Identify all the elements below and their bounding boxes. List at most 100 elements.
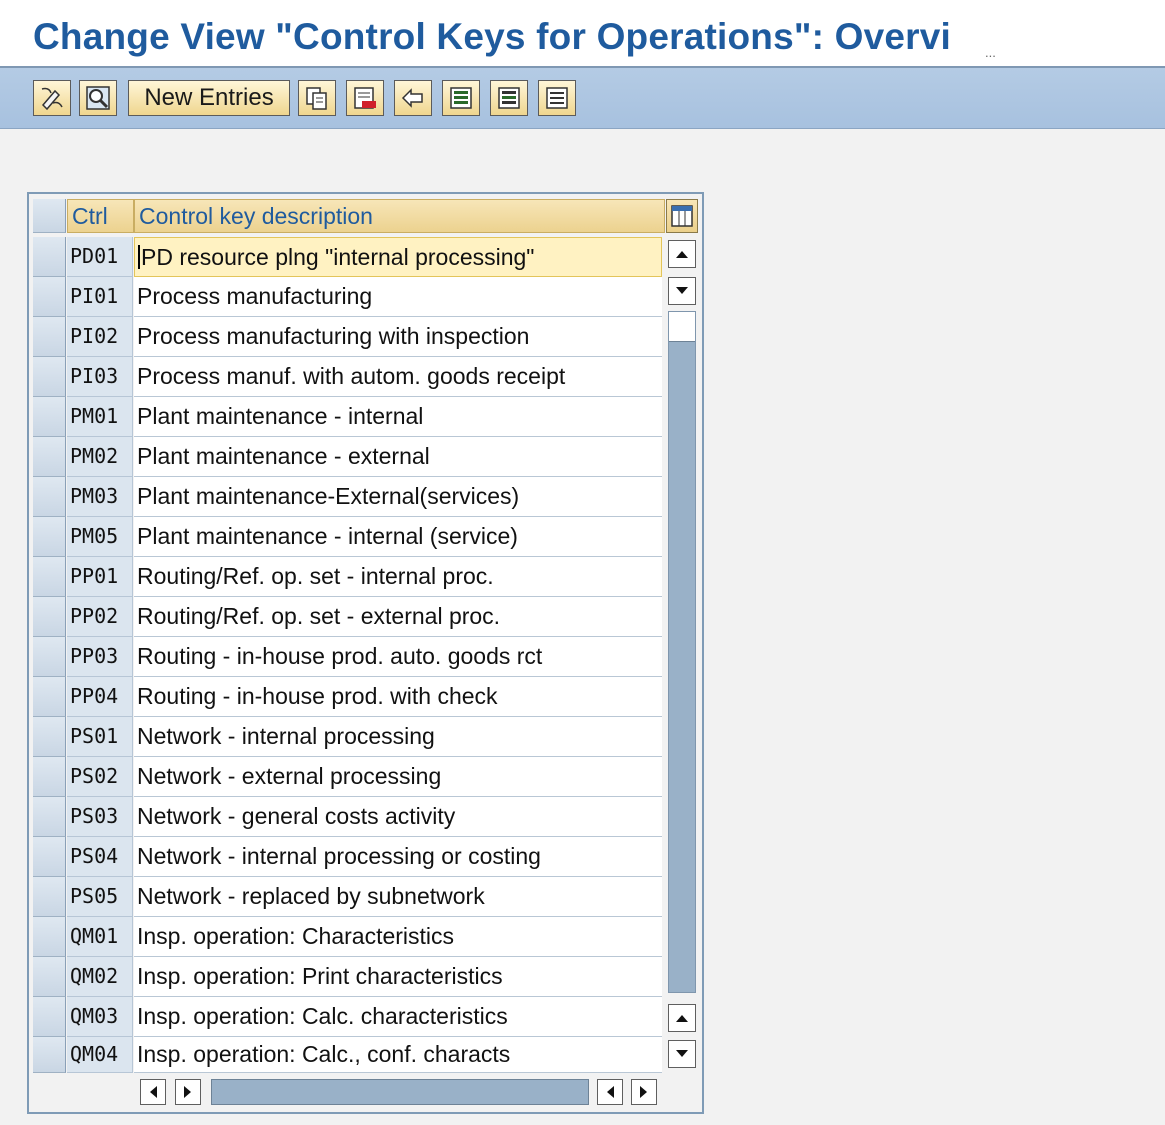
scroll-left-button[interactable]: [140, 1079, 166, 1105]
table-row-key[interactable]: QM03: [67, 997, 133, 1037]
triangle-down-icon: [676, 1050, 688, 1057]
table-row-description[interactable]: Plant maintenance - external: [134, 437, 662, 477]
table-row-key[interactable]: QM01: [67, 917, 133, 957]
row-selector[interactable]: [33, 237, 66, 277]
select-block-icon: [498, 87, 520, 109]
scroll-left-end-button[interactable]: [597, 1079, 623, 1105]
page-up-button[interactable]: [668, 1004, 696, 1032]
row-selector[interactable]: [33, 637, 66, 677]
table-row-key[interactable]: PS05: [67, 877, 133, 917]
select-block-button[interactable]: [490, 80, 528, 116]
table-row-key[interactable]: PP01: [67, 557, 133, 597]
table-row-description[interactable]: Routing - in-house prod. with check: [134, 677, 662, 717]
row-selector[interactable]: [33, 357, 66, 397]
triangle-up-icon: [676, 251, 688, 258]
table-row-description[interactable]: Plant maintenance - internal (service): [134, 517, 662, 557]
delete-icon: [354, 87, 376, 109]
table-row-description[interactable]: Plant maintenance - internal: [134, 397, 662, 437]
table-row-description[interactable]: Network - external processing: [134, 757, 662, 797]
triangle-right-icon: [184, 1086, 191, 1098]
row-selector[interactable]: [33, 517, 66, 557]
find-button[interactable]: [79, 80, 117, 116]
table-row-key[interactable]: QM02: [67, 957, 133, 997]
table-row-key[interactable]: PS04: [67, 837, 133, 877]
row-selector[interactable]: [33, 397, 66, 437]
table-row-description[interactable]: Network - general costs activity: [134, 797, 662, 837]
table-row-key[interactable]: PP02: [67, 597, 133, 637]
table-row-key[interactable]: PM02: [67, 437, 133, 477]
scroll-up-button[interactable]: [668, 240, 696, 268]
scroll-right-button[interactable]: [175, 1079, 201, 1105]
table-row-key[interactable]: PS02: [67, 757, 133, 797]
table-row-description[interactable]: Process manufacturing with inspection: [134, 317, 662, 357]
table-row-description[interactable]: Insp. operation: Calc., conf. characts: [134, 1037, 662, 1073]
row-selector[interactable]: [33, 837, 66, 877]
scroll-down-button[interactable]: [668, 277, 696, 305]
table-row-description[interactable]: PD resource plng "internal processing": [134, 237, 662, 277]
table-row-description[interactable]: Routing - in-house prod. auto. goods rct: [134, 637, 662, 677]
application-toolbar: New Entries: [0, 68, 1165, 129]
display-change-icon: [41, 87, 63, 111]
row-selector[interactable]: [33, 917, 66, 957]
table-row-description[interactable]: Insp. operation: Calc. characteristics: [134, 997, 662, 1037]
table-row-description[interactable]: Network - replaced by subnetwork: [134, 877, 662, 917]
display-change-button[interactable]: [33, 80, 71, 116]
table-row-description[interactable]: Routing/Ref. op. set - internal proc.: [134, 557, 662, 597]
page-down-button[interactable]: [668, 1040, 696, 1068]
row-selector[interactable]: [33, 317, 66, 357]
table-row-key[interactable]: PS03: [67, 797, 133, 837]
copy-button[interactable]: [298, 80, 336, 116]
row-selector[interactable]: [33, 757, 66, 797]
table-settings-button[interactable]: [666, 199, 698, 233]
table-row-description[interactable]: Network - internal processing: [134, 717, 662, 757]
new-entries-button[interactable]: New Entries: [128, 80, 290, 116]
horizontal-scrollbar[interactable]: [137, 1076, 662, 1108]
row-selector[interactable]: [33, 877, 66, 917]
table-row-key[interactable]: PP03: [67, 637, 133, 677]
row-selector[interactable]: [33, 997, 66, 1037]
table-row-description[interactable]: Process manufacturing: [134, 277, 662, 317]
row-selector[interactable]: [33, 677, 66, 717]
row-selector[interactable]: [33, 557, 66, 597]
table-row-description[interactable]: Process manuf. with autom. goods receipt: [134, 357, 662, 397]
table-row-key[interactable]: PM03: [67, 477, 133, 517]
table-row-description[interactable]: Insp. operation: Print characteristics: [134, 957, 662, 997]
delete-button[interactable]: [346, 80, 384, 116]
row-selector[interactable]: [33, 597, 66, 637]
scroll-track[interactable]: [668, 311, 696, 993]
undo-button[interactable]: [394, 80, 432, 116]
table-row-description[interactable]: Network - internal processing or costing: [134, 837, 662, 877]
column-header-ctrl[interactable]: Ctrl: [67, 199, 134, 233]
row-selector[interactable]: [33, 717, 66, 757]
table-row-key[interactable]: PD01: [67, 237, 133, 277]
row-selector[interactable]: [33, 477, 66, 517]
table-row-description[interactable]: Insp. operation: Characteristics: [134, 917, 662, 957]
table-row-key[interactable]: PI03: [67, 357, 133, 397]
table-row-key[interactable]: PP04: [67, 677, 133, 717]
horizontal-scroll-track[interactable]: [211, 1079, 589, 1105]
vertical-scrollbar[interactable]: [665, 237, 698, 1073]
title-overflow: ...: [985, 45, 996, 60]
table-row-description[interactable]: Routing/Ref. op. set - external proc.: [134, 597, 662, 637]
table-row-key[interactable]: PM05: [67, 517, 133, 557]
row-selector[interactable]: [33, 957, 66, 997]
triangle-right-icon: [640, 1086, 647, 1098]
table-row-key[interactable]: PI02: [67, 317, 133, 357]
row-selector[interactable]: [33, 277, 66, 317]
table-row-key[interactable]: PI01: [67, 277, 133, 317]
deselect-all-button[interactable]: [538, 80, 576, 116]
window-title: Change View "Control Keys for Operations…: [33, 16, 952, 57]
select-all-rows-cell[interactable]: [33, 199, 66, 233]
text-cursor: [138, 245, 140, 269]
column-header-description[interactable]: Control key description: [134, 199, 665, 233]
table-row-key[interactable]: PS01: [67, 717, 133, 757]
row-selector[interactable]: [33, 437, 66, 477]
table-row-key[interactable]: PM01: [67, 397, 133, 437]
select-all-button[interactable]: [442, 80, 480, 116]
table-row-key[interactable]: QM04: [67, 1037, 133, 1073]
table-row-description[interactable]: Plant maintenance-External(services): [134, 477, 662, 517]
scroll-right-end-button[interactable]: [631, 1079, 657, 1105]
row-selector[interactable]: [33, 797, 66, 837]
scroll-thumb[interactable]: [669, 312, 695, 342]
row-selector[interactable]: [33, 1037, 66, 1073]
